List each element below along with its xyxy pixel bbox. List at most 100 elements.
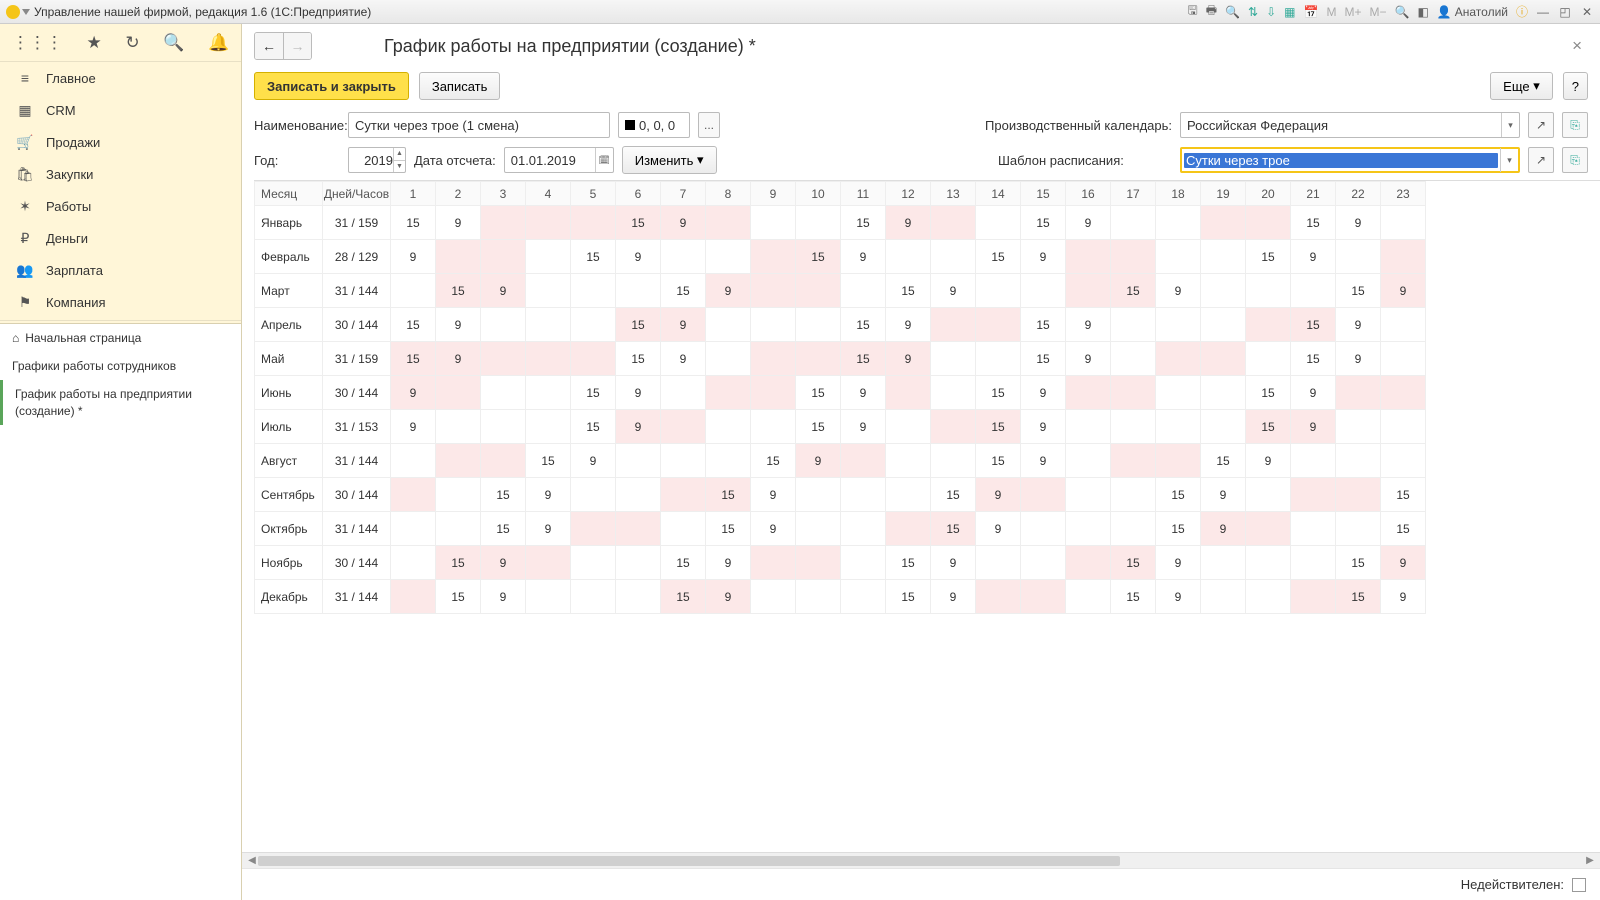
toolbar-save-icon[interactable]: 🖫: [1188, 1, 1198, 22]
search-icon[interactable]: 🔍: [163, 33, 184, 53]
calendar-icon[interactable]: 🗓: [595, 148, 613, 172]
m-minus-icon[interactable]: M−: [1369, 5, 1386, 19]
cell-day[interactable]: 15: [391, 308, 436, 342]
cell-day[interactable]: [886, 376, 931, 410]
cell-day[interactable]: [931, 444, 976, 478]
date-input[interactable]: 01.01.2019 🗓: [504, 147, 614, 173]
cell-day[interactable]: [481, 376, 526, 410]
cell-day[interactable]: [976, 580, 1021, 614]
cell-day[interactable]: [1066, 512, 1111, 546]
cell-day[interactable]: [1246, 308, 1291, 342]
cell-day[interactable]: 9: [391, 376, 436, 410]
cell-day[interactable]: 15: [796, 240, 841, 274]
template-link-button[interactable]: ⎘: [1562, 147, 1588, 173]
cell-day[interactable]: [886, 240, 931, 274]
cell-day[interactable]: [436, 444, 481, 478]
cell-day[interactable]: [1201, 240, 1246, 274]
cell-day[interactable]: [1156, 206, 1201, 240]
chevron-down-icon[interactable]: ▾: [1501, 113, 1519, 137]
calendar-open-button[interactable]: ↗: [1528, 112, 1554, 138]
cell-day[interactable]: 9: [1156, 546, 1201, 580]
cell-day[interactable]: [1381, 410, 1426, 444]
cell-day[interactable]: 9: [841, 376, 886, 410]
cell-day[interactable]: 9: [976, 478, 1021, 512]
cell-day[interactable]: 9: [796, 444, 841, 478]
cell-day[interactable]: 15: [1111, 546, 1156, 580]
cell-day[interactable]: 15: [1021, 342, 1066, 376]
cell-day[interactable]: 15: [976, 376, 1021, 410]
cell-day[interactable]: [661, 478, 706, 512]
cell-day[interactable]: [1246, 342, 1291, 376]
cell-day[interactable]: 9: [751, 512, 796, 546]
cell-day[interactable]: [616, 512, 661, 546]
cell-day[interactable]: 15: [1246, 240, 1291, 274]
table-row[interactable]: Октябрь31 / 14415915915915915: [255, 512, 1426, 546]
color-more-button[interactable]: ...: [698, 112, 720, 138]
cell-day[interactable]: [526, 410, 571, 444]
cell-day[interactable]: 9: [1336, 308, 1381, 342]
cell-day[interactable]: 15: [436, 546, 481, 580]
more-button[interactable]: Еще ▾: [1490, 72, 1553, 100]
cell-day[interactable]: [1021, 580, 1066, 614]
cell-day[interactable]: [1156, 240, 1201, 274]
year-input[interactable]: 2019 ▲▼: [348, 147, 406, 173]
cell-day[interactable]: [526, 580, 571, 614]
cell-day[interactable]: 15: [841, 206, 886, 240]
sidebar-sub-item[interactable]: Графики работы сотрудников: [0, 352, 241, 380]
cell-day[interactable]: [886, 444, 931, 478]
cell-day[interactable]: [391, 274, 436, 308]
cell-day[interactable]: 15: [886, 274, 931, 308]
cell-day[interactable]: 9: [1246, 444, 1291, 478]
cell-day[interactable]: 9: [1021, 444, 1066, 478]
cell-day[interactable]: [526, 342, 571, 376]
cell-day[interactable]: 9: [661, 342, 706, 376]
cell-day[interactable]: [751, 240, 796, 274]
cell-day[interactable]: 9: [1381, 274, 1426, 308]
cell-day[interactable]: 15: [571, 410, 616, 444]
cell-day[interactable]: [1291, 512, 1336, 546]
cell-day[interactable]: 15: [1291, 206, 1336, 240]
cell-day[interactable]: [751, 274, 796, 308]
cell-day[interactable]: 15: [976, 410, 1021, 444]
year-spinner[interactable]: ▲▼: [393, 148, 405, 172]
cell-day[interactable]: [1156, 410, 1201, 444]
cell-day[interactable]: 9: [931, 274, 976, 308]
color-input[interactable]: 0, 0, 0: [618, 112, 690, 138]
cell-day[interactable]: [661, 410, 706, 444]
template-combo[interactable]: Сутки через трое ▾: [1180, 147, 1520, 173]
cell-day[interactable]: 15: [1291, 342, 1336, 376]
cell-day[interactable]: 15: [661, 580, 706, 614]
cell-day[interactable]: 9: [886, 206, 931, 240]
table-row[interactable]: Март31 / 144159159159159159: [255, 274, 1426, 308]
cell-day[interactable]: [1201, 274, 1246, 308]
cell-day[interactable]: 9: [751, 478, 796, 512]
cell-day[interactable]: [1066, 546, 1111, 580]
template-open-button[interactable]: ↗: [1528, 147, 1554, 173]
calendar-link-button[interactable]: ⎘: [1562, 112, 1588, 138]
sidebar-item[interactable]: 🛒Продажи: [0, 126, 241, 158]
cell-day[interactable]: [706, 444, 751, 478]
cell-day[interactable]: 15: [661, 274, 706, 308]
cell-day[interactable]: [436, 410, 481, 444]
cell-day[interactable]: [841, 274, 886, 308]
cell-day[interactable]: [391, 478, 436, 512]
cell-day[interactable]: [1066, 580, 1111, 614]
cell-day[interactable]: 15: [1111, 580, 1156, 614]
cell-day[interactable]: [616, 546, 661, 580]
cell-day[interactable]: 9: [976, 512, 1021, 546]
panels-icon[interactable]: ◧: [1417, 5, 1428, 19]
user-indicator[interactable]: 👤Анатолий: [1437, 5, 1508, 19]
sidebar-sub-item[interactable]: ⌂Начальная страница: [0, 324, 241, 352]
toolbar-preview-icon[interactable]: 🔍: [1225, 5, 1240, 19]
cell-day[interactable]: 9: [1066, 206, 1111, 240]
cell-day[interactable]: [526, 376, 571, 410]
cell-day[interactable]: [841, 580, 886, 614]
cell-day[interactable]: [976, 308, 1021, 342]
cell-day[interactable]: [1111, 512, 1156, 546]
inactive-checkbox[interactable]: [1572, 878, 1586, 892]
cell-day[interactable]: [571, 274, 616, 308]
cell-day[interactable]: 15: [616, 206, 661, 240]
cell-day[interactable]: [1336, 478, 1381, 512]
cell-day[interactable]: 15: [436, 580, 481, 614]
cell-day[interactable]: 9: [616, 376, 661, 410]
